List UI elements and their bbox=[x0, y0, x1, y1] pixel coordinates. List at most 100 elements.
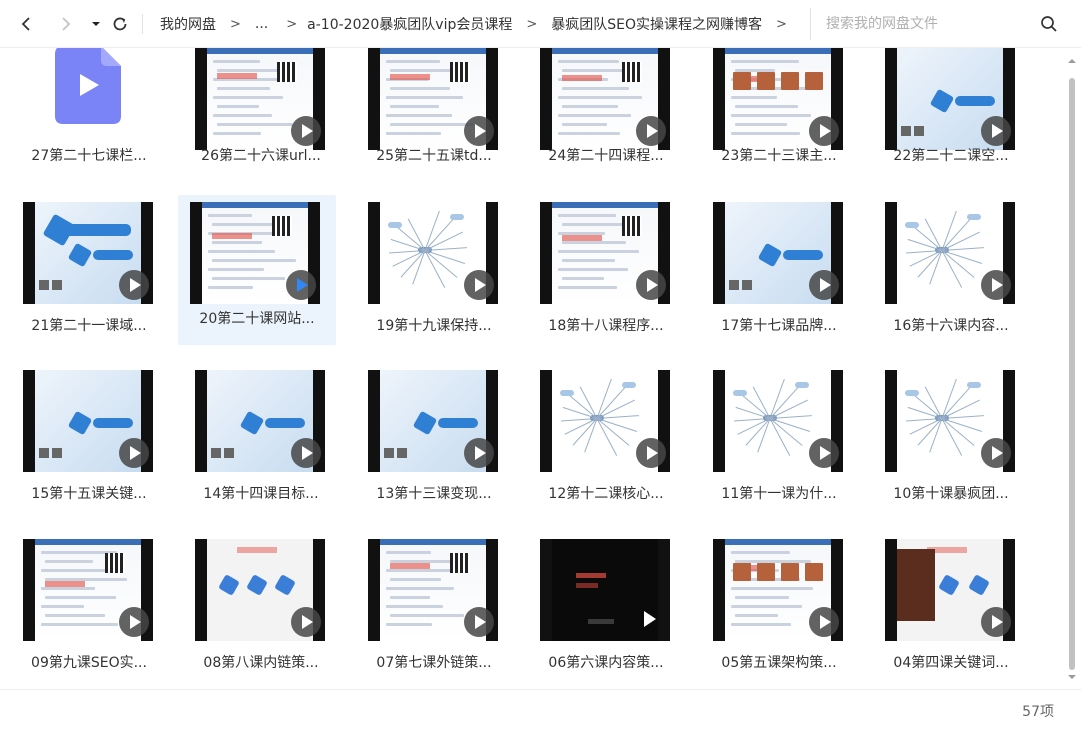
video-thumbnail bbox=[368, 202, 498, 304]
thumbnail-product-image bbox=[733, 563, 751, 581]
thumbnail-mindmap-node bbox=[733, 390, 747, 396]
file-tile[interactable]: 12第十二课核心... bbox=[517, 364, 695, 514]
thumbnail-title-banner bbox=[955, 96, 995, 106]
thumbnail-text-line bbox=[390, 123, 473, 126]
breadcrumb-item-root[interactable]: 我的网盘 bbox=[160, 14, 216, 34]
file-tile[interactable]: 14第十四课目标... bbox=[172, 364, 350, 514]
forward-button[interactable] bbox=[54, 12, 78, 36]
play-icon bbox=[291, 607, 321, 637]
thumbnail-text-line bbox=[212, 223, 273, 226]
file-tile[interactable]: 15第十五课关键... bbox=[0, 364, 178, 514]
file-tile[interactable]: 23第二十三课主... bbox=[690, 48, 868, 173]
thumbnail-text-line bbox=[735, 596, 789, 599]
caret-up-icon bbox=[1068, 59, 1076, 63]
thumbnail-title-banner bbox=[438, 418, 478, 428]
file-tile[interactable]: 19第十九课保持... bbox=[345, 196, 523, 346]
thumbnail-watermark bbox=[562, 75, 602, 81]
thumbnail-text-line bbox=[213, 96, 283, 99]
file-name: 19第十九课保持... bbox=[376, 318, 492, 334]
thumbnail-text-line bbox=[562, 123, 607, 126]
file-name: 07第七课外链策... bbox=[376, 655, 492, 671]
file-tile[interactable]: 22第二十二课空... bbox=[862, 48, 1040, 173]
thumbnail-title-banner bbox=[93, 250, 133, 260]
thumbnail-text-line bbox=[735, 105, 798, 108]
thumbnail-mindmap-node bbox=[388, 222, 402, 228]
thumbnail-qr-code bbox=[39, 448, 49, 458]
thumbnail-text-line bbox=[390, 596, 430, 599]
play-icon bbox=[636, 270, 666, 300]
file-tile[interactable]: 13第十三课变现... bbox=[345, 364, 523, 514]
play-icon bbox=[291, 438, 321, 468]
file-tile[interactable]: 04第四课关键词... bbox=[862, 533, 1040, 683]
scroll-up-button[interactable] bbox=[1067, 56, 1077, 66]
file-tile[interactable]: 08第八课内链策... bbox=[172, 533, 350, 683]
video-thumbnail bbox=[885, 48, 1015, 150]
thumbnail-mindmap-node bbox=[967, 214, 981, 220]
thumbnail-header-bar bbox=[35, 539, 141, 545]
search-input[interactable] bbox=[811, 9, 1021, 39]
thumbnail-text-line bbox=[558, 286, 617, 289]
back-button[interactable] bbox=[14, 12, 38, 36]
file-name: 04第四课关键词... bbox=[893, 655, 1009, 671]
play-icon bbox=[636, 116, 666, 146]
file-tile[interactable]: 11第十一课为什... bbox=[690, 364, 868, 514]
file-tile[interactable]: 16第十六课内容... bbox=[862, 196, 1040, 346]
refresh-button[interactable] bbox=[108, 12, 132, 36]
refresh-icon bbox=[113, 17, 127, 31]
file-name: 14第十四课目标... bbox=[203, 486, 319, 502]
thumbnail-frame bbox=[552, 539, 658, 641]
video-thumbnail bbox=[368, 48, 498, 150]
thumbnail-mindmap-branch bbox=[917, 250, 943, 278]
thumbnail-mindmap-branch bbox=[397, 226, 426, 251]
file-name: 11第十一课为什... bbox=[721, 486, 837, 502]
thumbnail-qr-code bbox=[105, 553, 125, 573]
file-tile[interactable]: 20第二十课网站... bbox=[178, 195, 336, 345]
file-tile[interactable]: 26第二十六课url... bbox=[172, 48, 350, 173]
thumbnail-text-line bbox=[558, 114, 631, 117]
file-tile[interactable]: 07第七课外链策... bbox=[345, 533, 523, 683]
breadcrumb-separator: > bbox=[230, 16, 241, 32]
thumbnail-text-line bbox=[208, 286, 253, 289]
breadcrumb-item-ellipsis[interactable]: ... bbox=[255, 16, 268, 32]
thumbnail-mindmap-branch bbox=[914, 394, 943, 419]
file-tile[interactable]: 24第二十四课程... bbox=[517, 48, 695, 173]
file-tile[interactable]: 17第十七课品牌... bbox=[690, 196, 868, 346]
file-tile[interactable]: 25第二十五课td... bbox=[345, 48, 523, 173]
video-thumbnail bbox=[713, 370, 843, 472]
thumbnail-watermark bbox=[576, 573, 606, 578]
thumbnail-qr-code bbox=[211, 448, 221, 458]
thumbnail-product-image bbox=[805, 563, 823, 581]
file-tile[interactable]: 27第二十七课栏... bbox=[0, 48, 178, 173]
thumbnail-text-line bbox=[731, 623, 791, 626]
thumbnail-text-line bbox=[386, 623, 432, 626]
thumbnail-product-image bbox=[805, 72, 823, 90]
scrollbar-thumb[interactable] bbox=[1069, 78, 1075, 670]
breadcrumb-item-current[interactable]: 暴疯团队SEO实操课程之网赚博客 bbox=[551, 14, 762, 34]
history-dropdown-button[interactable] bbox=[84, 12, 108, 36]
vertical-scrollbar[interactable] bbox=[1063, 48, 1081, 689]
thumbnail-hex-shape bbox=[274, 574, 296, 596]
thumbnail-qr-code bbox=[397, 448, 407, 458]
thumbnail-text-line bbox=[41, 605, 84, 608]
file-tile[interactable]: 10第十课暴疯团... bbox=[862, 364, 1040, 514]
thumbnail-header-bar bbox=[380, 539, 486, 545]
breadcrumb-item-course[interactable]: a-10-2020暴疯团队vip会员课程 bbox=[307, 14, 512, 34]
file-tile[interactable]: 05第五课架构策... bbox=[690, 533, 868, 683]
file-tile[interactable]: 09第九课SEO实... bbox=[0, 533, 178, 683]
search-icon[interactable] bbox=[1040, 15, 1058, 33]
video-thumbnail bbox=[23, 202, 153, 304]
thumbnail-text-line bbox=[558, 60, 619, 63]
thumbnail-header-bar bbox=[202, 202, 308, 208]
scroll-down-button[interactable] bbox=[1067, 672, 1077, 682]
thumbnail-text-line bbox=[390, 578, 441, 581]
file-name: 06第六课内容策... bbox=[548, 655, 664, 671]
thumbnail-product-image bbox=[757, 563, 775, 581]
file-name: 12第十二课核心... bbox=[548, 486, 664, 502]
file-tile[interactable]: 21第二十一课域... bbox=[0, 196, 178, 346]
search-box bbox=[810, 8, 1072, 40]
file-tile[interactable]: 18第十八课程序... bbox=[517, 196, 695, 346]
file-name: 15第十五课关键... bbox=[31, 486, 147, 502]
thumbnail-text-line bbox=[41, 623, 118, 626]
file-tile[interactable]: 06第六课内容策... bbox=[517, 533, 695, 683]
thumbnail-text-line bbox=[558, 96, 642, 99]
